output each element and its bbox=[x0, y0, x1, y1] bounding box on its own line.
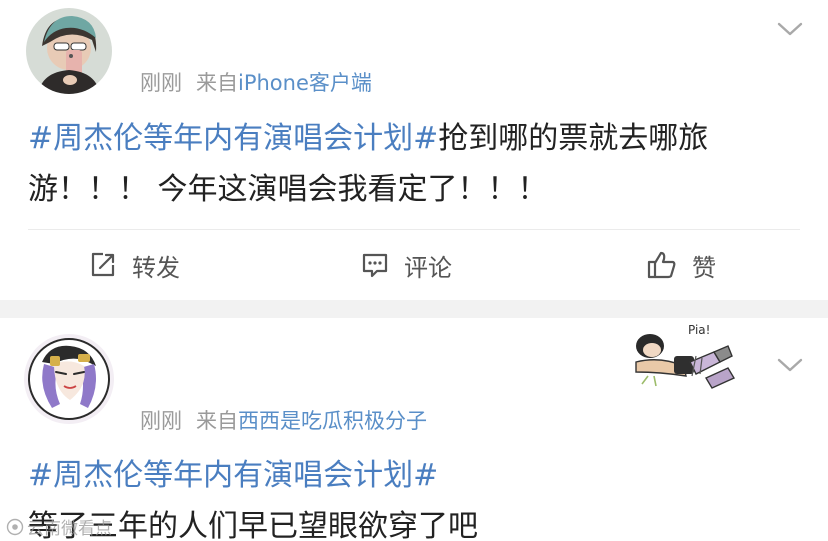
weibo-feed: 刚刚 来自iPhone客户端 #周杰伦等年内有演唱会计划#抢到哪的票就去哪旅 游！… bbox=[0, 0, 828, 541]
comment-bubble-icon bbox=[362, 253, 388, 278]
post-content: #周杰伦等年内有演唱会计划# 等了三年的人们早已望眼欲穿了吧 bbox=[28, 450, 788, 541]
post-text: 等了三年的人们早已望眼欲穿了吧 bbox=[28, 509, 478, 541]
watermark-logo-icon bbox=[6, 518, 24, 535]
source-link[interactable]: 西西是吃瓜积极分子 bbox=[238, 409, 427, 433]
source-prefix: 来自 bbox=[196, 71, 238, 95]
post-text-line-1: 抢到哪的票就去哪旅 bbox=[438, 121, 709, 156]
watermark-text: 云南微看点 bbox=[27, 519, 112, 539]
source-prefix: 来自 bbox=[196, 409, 238, 433]
comment-button[interactable]: 评论 bbox=[360, 248, 452, 282]
action-divider bbox=[28, 229, 800, 230]
source-link[interactable]: iPhone客户端 bbox=[238, 71, 372, 95]
post-text-line-2: 游！！！ 今年这演唱会我看定了！！！ bbox=[28, 172, 548, 207]
weibo-post-2: Pia! 刚刚 来自西西是吃瓜积极分子 #周杰伦等年内有演唱会计划# 等了三年的人… bbox=[0, 318, 828, 541]
comment-label: 评论 bbox=[404, 253, 452, 282]
topic-hashtag[interactable]: #周杰伦等年内有演唱会计划# bbox=[28, 450, 788, 501]
post-meta: 刚刚 来自西西是吃瓜积极分子 bbox=[140, 405, 427, 435]
sticker-image: Pia! bbox=[635, 323, 736, 389]
repost-label: 转发 bbox=[132, 253, 180, 282]
thumbs-up-icon bbox=[647, 251, 676, 279]
post-time: 刚刚 bbox=[140, 71, 182, 95]
like-button[interactable]: 赞 bbox=[646, 248, 716, 282]
user-avatar[interactable] bbox=[24, 334, 114, 424]
edit-share-icon bbox=[91, 252, 115, 277]
weibo-post-1: 刚刚 来自iPhone客户端 #周杰伦等年内有演唱会计划#抢到哪的票就去哪旅 游！… bbox=[0, 0, 828, 300]
chevron-down-icon[interactable] bbox=[776, 20, 804, 38]
feed-separator bbox=[0, 300, 828, 318]
topic-hashtag[interactable]: #周杰伦等年内有演唱会计划# bbox=[28, 121, 438, 156]
post-time: 刚刚 bbox=[140, 409, 182, 433]
post-content: #周杰伦等年内有演唱会计划#抢到哪的票就去哪旅 游！！！ 今年这演唱会我看定了！… bbox=[28, 113, 788, 215]
watermark: 云南微看点 bbox=[6, 514, 112, 539]
chevron-down-icon[interactable] bbox=[776, 356, 804, 374]
like-label: 赞 bbox=[692, 253, 716, 282]
post-meta: 刚刚 来自iPhone客户端 bbox=[140, 67, 372, 97]
repost-button[interactable]: 转发 bbox=[88, 248, 180, 282]
sticker-text: Pia! bbox=[688, 323, 710, 337]
user-avatar[interactable] bbox=[26, 8, 112, 94]
